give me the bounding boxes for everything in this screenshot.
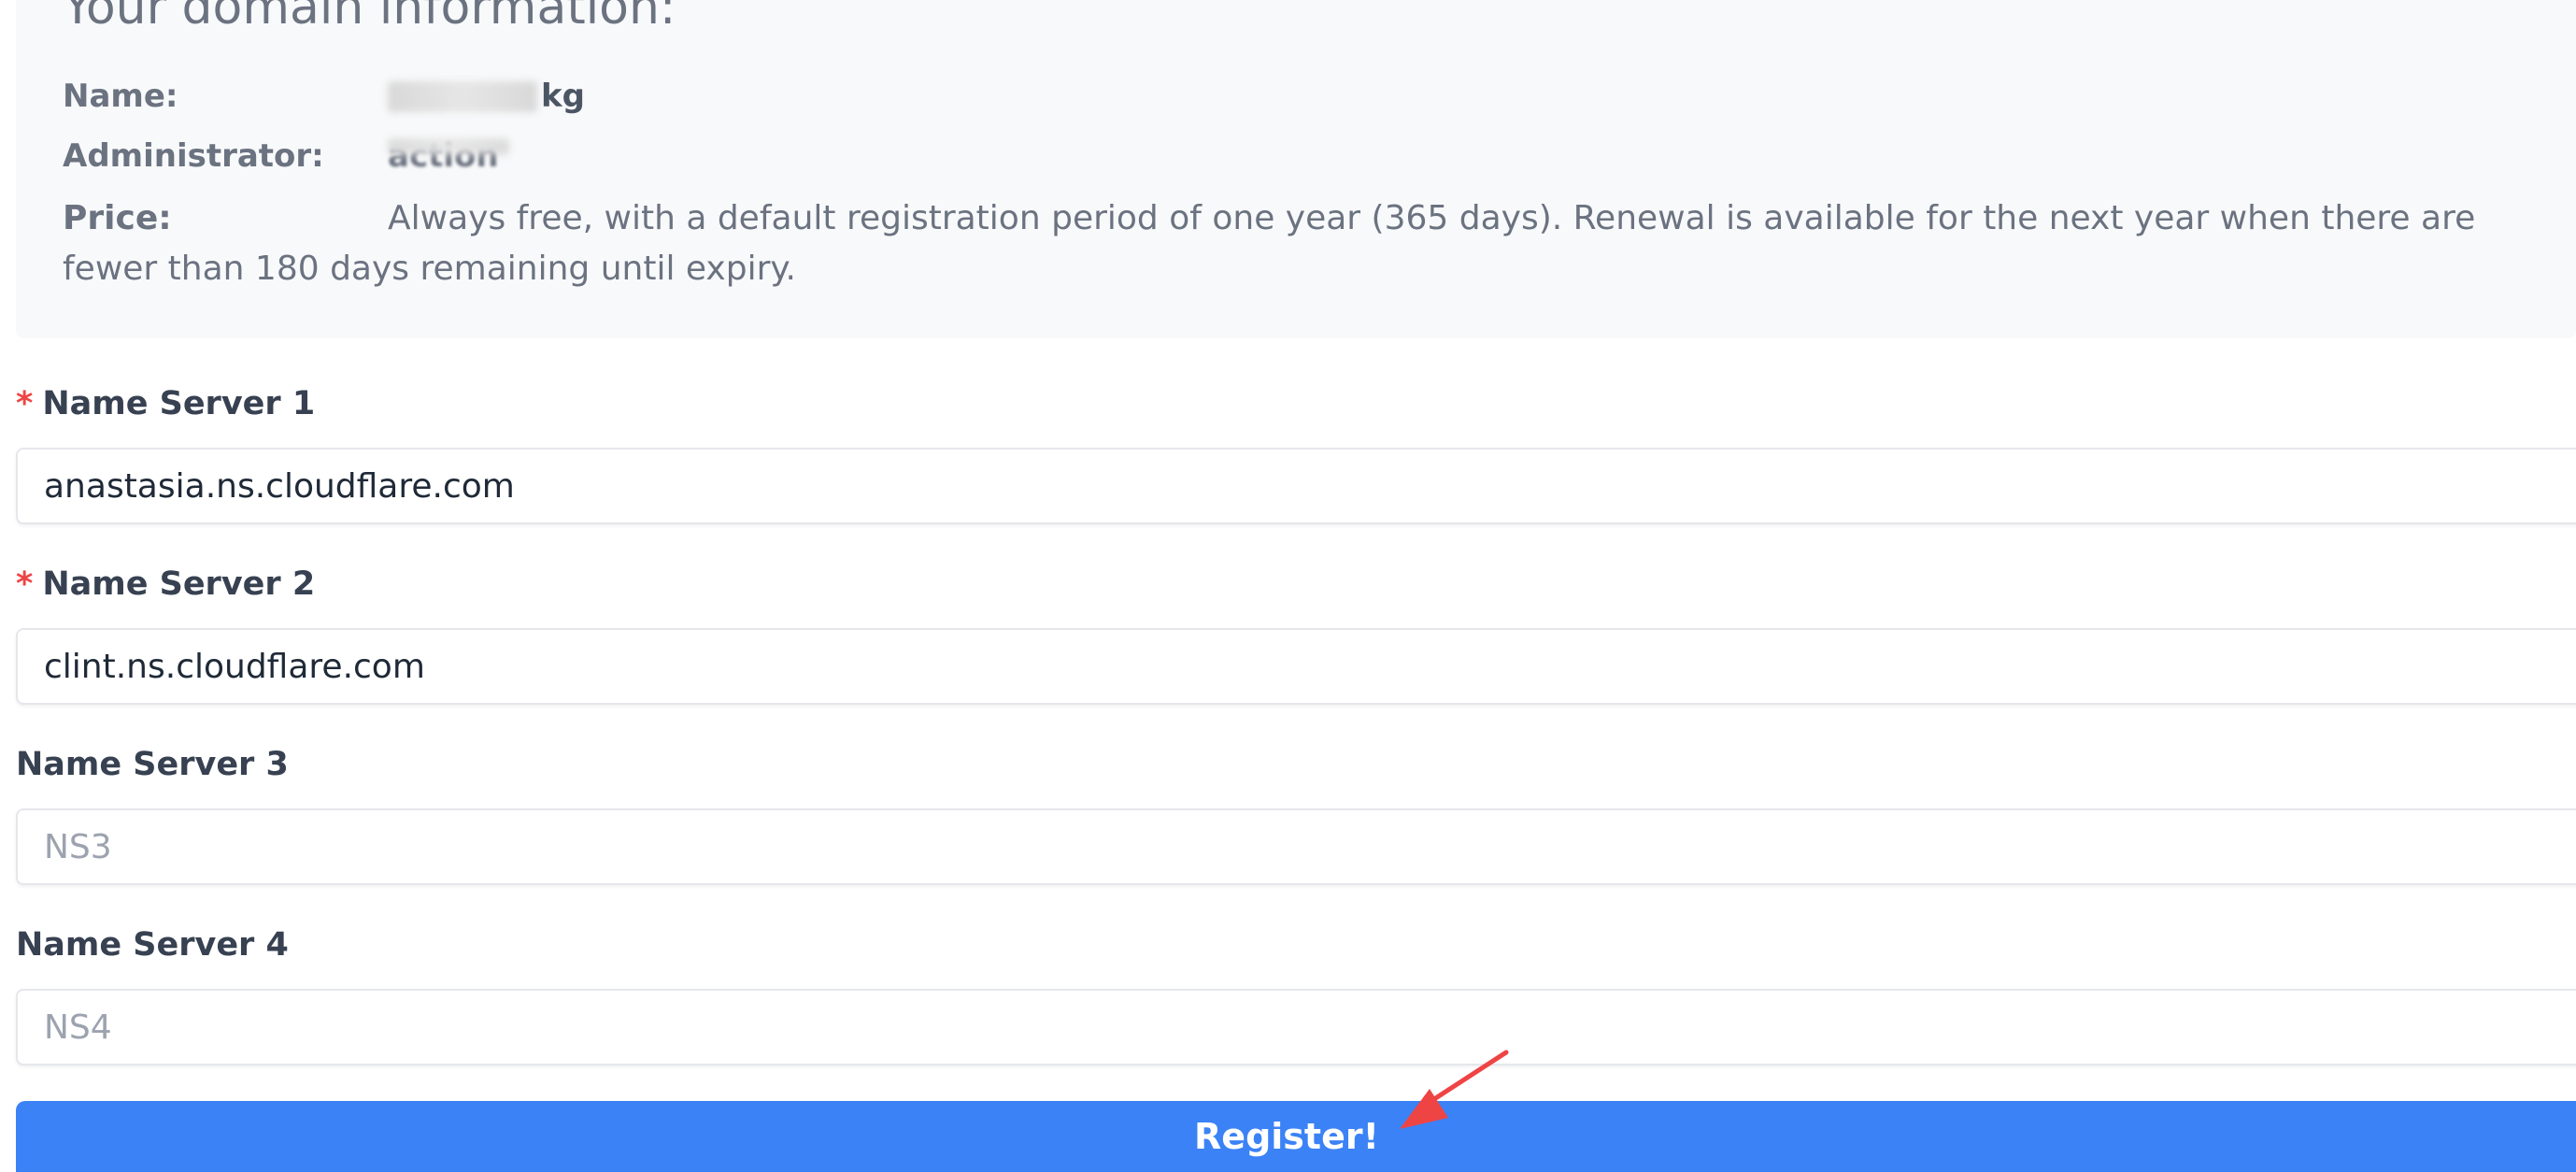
register-button[interactable]: Register!: [16, 1101, 2576, 1172]
domain-administrator-row: Administrator: action: [63, 131, 2548, 181]
price-value: Always free, with a default registration…: [63, 199, 2476, 288]
name-server-4-label-text: Name Server 4: [16, 926, 289, 964]
name-server-3-input[interactable]: [16, 808, 2576, 885]
name-server-2-label-text: Name Server 2: [42, 565, 316, 603]
name-server-1-label-text: Name Server 1: [42, 385, 316, 422]
administrator-label: Administrator:: [63, 137, 324, 175]
domain-name-label: Name:: [63, 78, 178, 115]
name-server-2-input[interactable]: [16, 628, 2576, 705]
domain-name-row: Name: kg: [63, 71, 2548, 121]
domain-registration-page: Your domain information: Name: kg Admini…: [0, 0, 2576, 1172]
name-server-3-label: Name Server 3: [16, 746, 289, 783]
domain-price-row: Price: Always free, with a default regist…: [63, 193, 2548, 294]
name-server-2-label: * Name Server 2: [16, 565, 315, 603]
domain-information-card: Your domain information: Name: kg Admini…: [16, 0, 2576, 338]
name-server-3-label-text: Name Server 3: [16, 746, 289, 783]
domain-information-title: Your domain information:: [63, 0, 676, 36]
redacted-administrator-blur: [388, 138, 509, 155]
redacted-name-blur: [388, 81, 537, 112]
domain-name-value: kg: [541, 78, 585, 115]
name-server-4-label: Name Server 4: [16, 926, 289, 964]
name-server-4-input[interactable]: [16, 989, 2576, 1065]
name-server-1-label: * Name Server 1: [16, 385, 315, 422]
required-asterisk: *: [16, 385, 34, 422]
name-server-1-input[interactable]: [16, 448, 2576, 524]
price-label: Price:: [63, 199, 172, 237]
required-asterisk: *: [16, 565, 34, 603]
